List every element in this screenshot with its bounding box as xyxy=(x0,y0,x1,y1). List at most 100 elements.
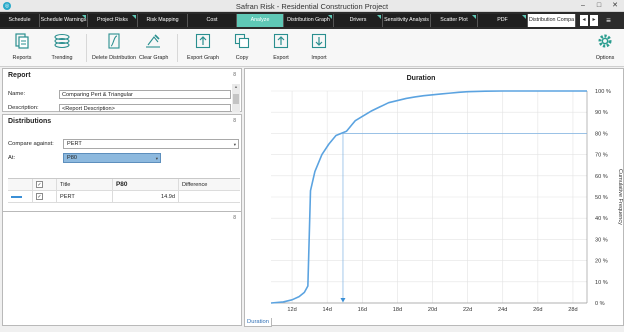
compare-against-select[interactable]: PERT ▾ xyxy=(63,139,239,149)
x-tick-label: 20d xyxy=(428,307,437,313)
at-value: P80 xyxy=(67,155,77,161)
maximize-icon[interactable]: □ xyxy=(592,1,606,11)
tab-schedule[interactable]: Schedule xyxy=(0,14,40,27)
scroll-tabs-left-icon[interactable]: ◂ xyxy=(580,15,588,26)
report-scrollbar[interactable]: ▲ xyxy=(232,84,240,112)
distributions-grid: ✓ Title P80 Difference ✓ PERT 14.9d xyxy=(8,178,240,203)
clear-graph-button[interactable]: Clear Graph xyxy=(139,33,168,61)
y-tick-label: 90 % xyxy=(595,110,608,116)
export-button[interactable]: Export xyxy=(270,33,292,61)
chart-pane: Duration 0 % 10 % 20 % 30 % 40 % 50 % 60 % 70 %… xyxy=(244,68,624,326)
window-title: Safran Risk - Residential Construction P… xyxy=(235,2,389,11)
tab-marker-icon xyxy=(522,15,526,19)
tab-cost[interactable]: Cost xyxy=(188,14,237,27)
export-label: Export xyxy=(273,55,289,61)
gear-icon xyxy=(597,33,613,49)
options-label: Options xyxy=(595,55,615,61)
export-icon xyxy=(273,33,289,49)
chevron-down-icon: ▾ xyxy=(155,156,158,161)
y-tick-label: 100 % xyxy=(595,89,611,95)
name-label: Name: xyxy=(8,91,26,97)
column-p80[interactable]: P80 xyxy=(112,179,178,191)
tab-drivers[interactable]: Drivers xyxy=(334,14,383,27)
pin-icon[interactable]: 8 xyxy=(233,215,236,221)
x-tick-label: 14d xyxy=(323,307,332,313)
ribbon-separator xyxy=(86,34,87,62)
tab-scatter-plot[interactable]: Scatter Plot xyxy=(431,14,478,27)
distributions-panel-title: Distributions xyxy=(8,118,52,125)
compare-against-label: Compare against: xyxy=(8,141,54,147)
tab-marker-icon xyxy=(132,15,136,19)
column-difference[interactable]: Difference xyxy=(178,179,240,191)
export-graph-button[interactable]: Export Graph xyxy=(186,33,220,61)
tab-label: Drivers xyxy=(349,17,367,23)
row-checkbox[interactable]: ✓ xyxy=(36,193,43,200)
x-tick-label: 26d xyxy=(533,307,542,313)
name-input[interactable]: Comparing Pert & Triangular xyxy=(59,90,231,99)
ribbon-toolbar: Reports Trending Delete Distribution Cle… xyxy=(0,29,624,67)
report-panel-title: Report xyxy=(8,72,31,79)
menu-icon[interactable]: ≡ xyxy=(603,15,614,26)
tab-project-risks[interactable]: Project Risks xyxy=(88,14,138,27)
duration-tab[interactable]: Duration xyxy=(244,318,272,327)
row-title: PERT xyxy=(56,191,112,203)
duration-chart[interactable]: 0 % 10 % 20 % 30 % 40 % 50 % 60 % 70 % 80 % 90 % 1… xyxy=(245,69,624,319)
y-tick-label: 50 % xyxy=(595,195,608,201)
reports-button[interactable]: Reports xyxy=(10,33,34,61)
x-tick-label: 28d xyxy=(568,307,577,313)
scroll-tabs-right-icon[interactable]: ▸ xyxy=(590,15,598,26)
column-title[interactable]: Title xyxy=(56,179,112,191)
delete-distribution-icon xyxy=(106,33,122,49)
grid-header-row: ✓ Title P80 Difference xyxy=(8,179,240,191)
tab-analyze[interactable]: Analyze xyxy=(237,14,284,27)
export-graph-icon xyxy=(195,33,211,49)
tab-label: PDF xyxy=(497,17,508,23)
tab-marker-icon xyxy=(472,15,476,19)
tab-marker-icon xyxy=(82,15,86,19)
at-select[interactable]: P80 ▾ xyxy=(63,153,161,163)
import-button[interactable]: Import xyxy=(308,33,330,61)
trending-button[interactable]: Trending xyxy=(48,33,76,61)
title-bar: ◎ Safran Risk - Residential Construction… xyxy=(0,0,624,12)
x-tick-label: 22d xyxy=(463,307,472,313)
minimize-icon[interactable]: – xyxy=(576,1,590,11)
description-label: Description: xyxy=(8,105,39,111)
compare-against-value: PERT xyxy=(67,141,82,147)
table-row[interactable]: ✓ PERT 14.9d xyxy=(8,191,240,203)
options-button[interactable]: Options xyxy=(593,33,617,61)
clear-graph-icon xyxy=(145,33,161,49)
pin-icon[interactable]: 8 xyxy=(233,118,236,124)
copy-button[interactable]: Copy xyxy=(232,33,252,61)
close-icon[interactable]: ✕ xyxy=(608,1,622,11)
tab-label: Schedule xyxy=(8,17,31,23)
tab-pdf[interactable]: PDF xyxy=(478,14,528,27)
tab-schedule-warnings[interactable]: Schedule Warnings xyxy=(40,14,88,27)
y-tick-label: 0 % xyxy=(595,301,605,307)
y-tick-label: 40 % xyxy=(595,216,608,222)
x-tick-label: 12d xyxy=(287,307,296,313)
select-all-checkbox[interactable]: ✓ xyxy=(36,181,43,188)
scrollbar-thumb[interactable] xyxy=(233,94,239,104)
tab-label: Cost xyxy=(206,17,218,23)
description-input[interactable]: <Report Description> xyxy=(59,104,231,112)
delete-distribution-button[interactable]: Delete Distribution xyxy=(92,33,136,61)
tab-risk-mapping[interactable]: Risk Mapping xyxy=(138,14,188,27)
scroll-up-icon[interactable]: ▲ xyxy=(232,84,240,90)
x-tick-label: 24d xyxy=(498,307,507,313)
tab-distribution-graph[interactable]: Distribution Graph xyxy=(284,14,334,27)
tab-distribution-comparison[interactable]: Distribution Compa xyxy=(528,14,576,27)
import-label: Import xyxy=(311,55,327,61)
tab-label: Sensitivity Analysis xyxy=(384,17,429,23)
y-tick-label: 20 % xyxy=(595,259,608,265)
series-color-swatch xyxy=(11,196,22,198)
tab-label: Project Risks xyxy=(97,17,128,23)
empty-panel: 8 xyxy=(2,211,242,326)
select-all-cell: ✓ xyxy=(32,179,48,191)
reports-icon xyxy=(14,33,30,49)
reports-label: Reports xyxy=(12,55,32,61)
import-icon xyxy=(311,33,327,49)
tab-sensitivity-analysis[interactable]: Sensitivity Analysis xyxy=(383,14,431,27)
tab-label: Risk Mapping xyxy=(146,17,179,23)
row-checkbox-cell: ✓ xyxy=(32,191,56,203)
pin-icon[interactable]: 8 xyxy=(233,72,236,78)
